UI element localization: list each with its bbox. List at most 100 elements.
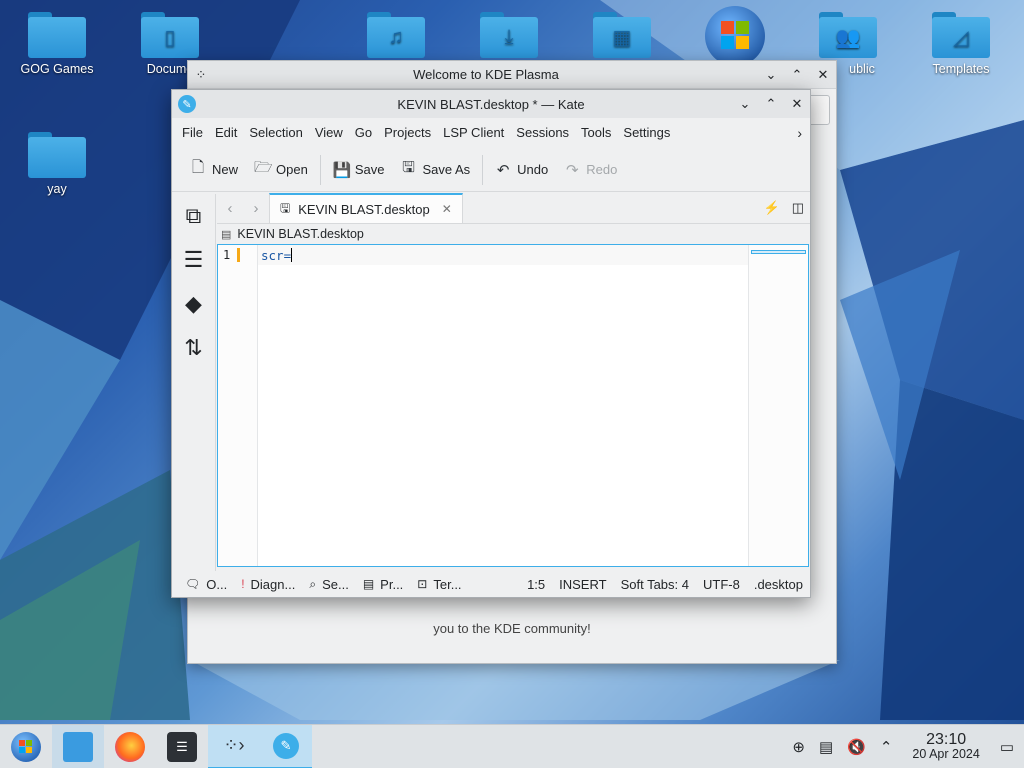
menu-lsp-client[interactable]: LSP Client <box>437 118 510 148</box>
desktop-icon-templates[interactable]: ◿ Templates <box>916 12 1006 76</box>
document-tab-label: KEVIN BLAST.desktop <box>298 201 430 217</box>
menu-settings[interactable]: Settings <box>617 118 676 148</box>
taskbar-welcome-center[interactable]: ⁘› <box>208 724 260 768</box>
indentation-setting[interactable]: Soft Tabs: 4 <box>614 577 696 592</box>
menu-overflow-chevron-icon[interactable]: › <box>789 125 810 141</box>
input-mode[interactable]: INSERT <box>552 577 613 592</box>
desktop-icon-yay[interactable]: yay <box>12 132 102 196</box>
taskbar-kate[interactable]: ✎ <box>260 724 312 768</box>
diagnostics-panel-button[interactable]: ! Diagn... <box>234 577 302 592</box>
line-number: 1 <box>223 248 231 262</box>
file-type-setting[interactable]: .desktop <box>747 577 810 592</box>
save-as-button[interactable]: 🖫 Save As <box>392 155 478 185</box>
file-manager-icon <box>63 731 93 762</box>
desktop-icon-windows[interactable] <box>690 6 780 66</box>
desktop-icon-gog-games[interactable]: GOG Games <box>12 12 102 76</box>
menu-tools[interactable]: Tools <box>575 118 617 148</box>
save-button[interactable]: 💾 Save <box>325 155 393 185</box>
close-button[interactable]: ✕ <box>784 90 810 118</box>
folder-icon: ▯ <box>141 12 199 58</box>
tray-expand-chevron-icon[interactable]: ⌃ <box>880 738 893 756</box>
close-button[interactable]: ✕ <box>810 61 836 89</box>
folder-icon <box>28 132 86 178</box>
symbols-panel-icon[interactable]: ☰ <box>172 238 215 282</box>
welcome-titlebar[interactable]: ⁘ Welcome to KDE Plasma ⌄ ⌃ ✕ <box>188 61 836 89</box>
search-icon: ⌕ <box>309 576 317 591</box>
desktop-icon-music[interactable]: ♫ <box>351 12 441 62</box>
welcome-title: Welcome to KDE Plasma <box>413 67 559 82</box>
maximize-button[interactable]: ⌃ <box>758 90 784 118</box>
output-panel-button[interactable]: 🗨 O... <box>178 577 234 592</box>
terminal-panel-button[interactable]: ⊡ Ter... <box>410 577 468 592</box>
taskbar-firefox[interactable] <box>104 725 156 768</box>
music-folder-icon: ♫ <box>367 12 425 58</box>
split-view-icon[interactable]: ◫ <box>792 200 804 216</box>
menu-projects[interactable]: Projects <box>378 118 437 148</box>
save-as-icon: 🖫 <box>402 159 415 176</box>
left-sidebar: ⧉ ☰ ◆ ⇅ <box>172 194 216 571</box>
kate-titlebar[interactable]: ✎ KEVIN BLAST.desktop * — Kate ⌄ ⌃ ✕ <box>172 90 810 118</box>
kate-app-icon: ✎ <box>178 95 196 113</box>
welcome-app-icon: ⁘ <box>195 66 207 82</box>
minimap-scrollbar[interactable] <box>748 245 808 566</box>
back-arrow-icon[interactable]: ‹ <box>217 193 243 223</box>
search-panel-button[interactable]: ⌕ Se... <box>302 577 355 592</box>
open-button[interactable]: 🗁 Open <box>246 155 316 185</box>
quick-open-icon[interactable]: ⚡ <box>764 200 780 216</box>
line-gutter: 1 <box>218 245 258 566</box>
redo-button[interactable]: ↷ Redo <box>556 155 625 185</box>
document-tab[interactable]: 🖫 KEVIN BLAST.desktop ✕ <box>269 193 463 223</box>
projects-panel-button[interactable]: ▤ Pr... <box>356 577 410 592</box>
desktop-icon-videos[interactable]: ▦ <box>577 12 667 62</box>
documents-panel-icon[interactable]: ⧉ <box>172 194 215 238</box>
firefox-icon <box>115 731 145 762</box>
code-line[interactable]: scr= <box>261 248 293 263</box>
kate-icon: ✎ <box>273 732 299 759</box>
welcome-body-text: you to the KDE community! <box>433 621 591 636</box>
modified-line-marker <box>237 248 240 262</box>
minimize-button[interactable]: ⌄ <box>758 61 784 89</box>
toolbar-separator <box>482 154 484 185</box>
downloads-folder-icon: ⤓ <box>480 12 538 58</box>
status-bar: 🗨 O... ! Diagn... ⌕ Se... ▤ Pr... ⊡ Ter... 1:… <box>172 571 810 597</box>
menu-view[interactable]: View <box>309 118 349 148</box>
code-editor[interactable]: 1 scr= <box>217 244 809 567</box>
menu-selection[interactable]: Selection <box>243 118 308 148</box>
kate-window-title: KEVIN BLAST.desktop * — Kate <box>397 97 585 112</box>
forward-arrow-icon[interactable]: › <box>243 193 269 223</box>
minimize-button[interactable]: ⌄ <box>732 90 758 118</box>
breadcrumb-file[interactable]: KEVIN BLAST.desktop <box>237 227 363 241</box>
file-icon: ▤ <box>221 228 232 241</box>
menu-sessions[interactable]: Sessions <box>510 118 575 148</box>
volume-muted-icon[interactable]: 🔇 <box>847 738 866 756</box>
maximize-button[interactable]: ⌃ <box>784 61 810 89</box>
menu-go[interactable]: Go <box>349 118 378 148</box>
new-button[interactable]: 🗋 New <box>182 155 246 185</box>
text-cursor <box>291 248 293 262</box>
undo-button[interactable]: ↶ Undo <box>487 155 556 185</box>
taskbar-file-manager[interactable] <box>52 724 104 768</box>
desktop-icon-downloads[interactable]: ⤓ <box>464 12 554 62</box>
desktop-icon-label: Templates <box>932 62 990 76</box>
start-menu-button[interactable] <box>0 725 52 768</box>
encoding-setting[interactable]: UTF-8 <box>696 577 747 592</box>
show-desktop-icon[interactable]: ▭ <box>1000 738 1014 756</box>
git-panel-icon[interactable]: ◆ <box>172 282 215 326</box>
kate-window[interactable]: ✎ KEVIN BLAST.desktop * — Kate ⌄ ⌃ ✕ Fil… <box>171 89 811 598</box>
open-document-icon: 🗁 <box>254 159 273 176</box>
menu-bar: File Edit Selection View Go Projects LSP… <box>172 118 810 148</box>
save-icon: 💾 <box>332 161 352 179</box>
close-tab-icon[interactable]: ✕ <box>442 202 452 216</box>
clock[interactable]: 23:10 20 Apr 2024 <box>912 731 979 762</box>
taskbar-system-settings[interactable]: ☰ <box>156 725 208 768</box>
clipboard-icon[interactable]: ▤ <box>819 738 833 756</box>
menu-file[interactable]: File <box>176 118 209 148</box>
clock-time: 23:10 <box>926 730 967 748</box>
menu-edit[interactable]: Edit <box>209 118 243 148</box>
cursor-position[interactable]: 1:5 <box>520 577 552 592</box>
windows-logo-icon <box>705 6 765 66</box>
updates-icon[interactable]: ⊕ <box>792 738 805 756</box>
projects-panel-icon[interactable]: ⇅ <box>172 326 215 370</box>
minimap-viewport <box>751 250 806 254</box>
save-icon: 🖫 <box>280 200 291 215</box>
